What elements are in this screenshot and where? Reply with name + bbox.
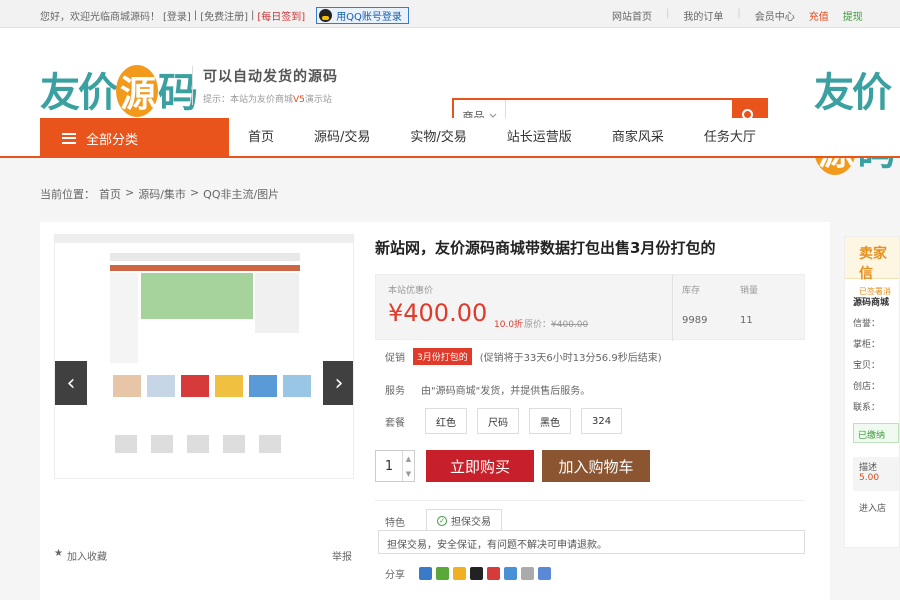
chevron-right-icon: › (334, 370, 344, 396)
breadcrumb-market[interactable]: 源码/集市 (138, 186, 186, 202)
product-panel: ‹ › ★ 加入收藏 举报 新站网，友价源码商城带数据打包出售3月份打包的 本站优… (40, 222, 830, 600)
product-gallery: ‹ › (54, 234, 354, 479)
seller-owner: 掌柜： (853, 340, 881, 350)
share-tencent-icon[interactable] (504, 567, 517, 580)
share-copy-icon[interactable] (521, 567, 534, 580)
main-nav: 全部分类 首页 源码/交易 实物/交易 站长运营版 商家风采 任务大厅 (0, 118, 900, 158)
home-link[interactable]: 网站首页 (612, 8, 652, 23)
buy-now-button[interactable]: 立即购买 (426, 450, 534, 482)
enter-shop-button[interactable]: 进入店 (859, 501, 899, 514)
share-star-icon[interactable] (453, 567, 466, 580)
qq-login-label: 用QQ账号登录 (336, 12, 402, 23)
seller-title: 卖家信 (859, 246, 887, 282)
check-icon: ✓ (437, 515, 447, 526)
product-image (55, 235, 353, 478)
share-weibo-icon[interactable] (487, 567, 500, 580)
original-price: 原价：¥400.00 (524, 320, 589, 330)
feature-description: 担保交易，安全保证，有问题不解决可申请退款。 (378, 530, 805, 554)
seller-score: 描述 5.00 (853, 457, 899, 491)
price-label: 本站优惠价 (388, 286, 434, 296)
share-qq-icon[interactable] (470, 567, 483, 580)
seller-panel: 卖家信 已签署消 源码商城 信誉： 掌柜： 宝贝： 创店： 联系： 已缴纳 描述… (844, 236, 900, 548)
service-row: 服务 由"源码商城"发货，并提供售后服务。 (385, 382, 590, 397)
promo-row: 促销 3月份打包的 (促销将于33天6小时13分56.9秒后结束) (385, 348, 662, 365)
nav-item-source-trade[interactable]: 源码/交易 (294, 118, 390, 158)
seller-opened: 创店： (853, 382, 881, 392)
breadcrumb-category[interactable]: QQ非主流/图片 (203, 186, 279, 202)
nav-item-merchants[interactable]: 商家风采 (592, 118, 684, 158)
stock-label: 库存 (682, 286, 701, 296)
greeting-text: 您好，欢迎光临商城源码！ (40, 12, 160, 23)
login-link[interactable]: [登录] (163, 8, 191, 23)
slogan-tip: 提示：本站为友价商城V5演示站 (203, 95, 332, 105)
daily-signin-link[interactable]: [每日签到] (257, 8, 305, 23)
price-value: ¥400.00 (388, 299, 488, 327)
quantity-stepper[interactable]: 1 ▲ ▼ (375, 450, 415, 482)
nav-item-physical-trade[interactable]: 实物/交易 (390, 118, 486, 158)
product-title: 新站网，友价源码商城带数据打包出售3月份打包的 (375, 239, 716, 257)
breadcrumb: 当前位置： 首页 > 源码/集市 > QQ非主流/图片 (40, 186, 280, 202)
qq-login-button[interactable]: 用QQ账号登录 (316, 7, 409, 24)
share-wechat-icon[interactable] (436, 567, 449, 580)
seller-contact: 联系： (853, 403, 881, 413)
feature-tab-escrow[interactable]: ✓ 担保交易 (426, 509, 502, 531)
my-orders-link[interactable]: 我的订单 (683, 8, 723, 23)
chevron-left-icon: ‹ (66, 370, 76, 396)
package-option-black[interactable]: 黑色 (529, 408, 571, 434)
package-row: 套餐 红色 尺码 黑色 324 (385, 408, 632, 434)
nav-item-home[interactable]: 首页 (228, 118, 294, 158)
slogan: 可以自动发货的源码 (203, 69, 338, 85)
service-text: 由"源码商城"发货，并提供售后服务。 (421, 386, 591, 397)
add-to-cart-button[interactable]: 加入购物车 (542, 450, 650, 482)
welcome-area: 您好，欢迎光临商城源码！ [登录] | [免费注册] | [每日签到] 用QQ账… (40, 7, 409, 24)
recharge-link[interactable]: 充值 (809, 8, 829, 23)
feature-label: 特色 (385, 518, 405, 529)
seller-reputation: 信誉： (853, 319, 881, 329)
seller-items: 宝贝： (853, 361, 881, 371)
seller-shop-name[interactable]: 源码商城 (853, 295, 899, 308)
top-links: 网站首页 | 我的订单 | 会员中心 充值 提现 (612, 8, 863, 23)
breadcrumb-home[interactable]: 首页 (99, 186, 121, 202)
share-row: 分享 (385, 566, 551, 581)
withdraw-link[interactable]: 提现 (843, 8, 863, 23)
register-link[interactable]: [免费注册] (200, 8, 248, 23)
package-option-red[interactable]: 红色 (425, 408, 467, 434)
stock-value: 9989 (682, 315, 708, 326)
gallery-next-button[interactable]: › (323, 361, 353, 405)
qq-icon (319, 9, 333, 22)
promo-tag: 3月份打包的 (413, 348, 472, 365)
gallery-prev-button[interactable]: ‹ (55, 361, 87, 405)
discount-value: 10.0折 (494, 320, 524, 330)
all-categories-button[interactable]: 全部分类 (40, 118, 229, 158)
sales-label: 销量 (740, 286, 759, 296)
nav-item-tasks[interactable]: 任务大厅 (684, 118, 776, 158)
price-box: 本站优惠价 ¥400.00 10.0折 原价：¥400.00 库存 9989 销… (375, 274, 805, 341)
share-qzone-icon[interactable] (419, 567, 432, 580)
slogan-area: 可以自动发货的源码 提示：本站为友价商城V5演示站 (192, 66, 338, 105)
top-bar: 您好，欢迎光临商城源码！ [登录] | [免费注册] | [每日签到] 用QQ账… (0, 0, 900, 28)
menu-icon (62, 132, 76, 144)
nav-item-webmaster[interactable]: 站长运营版 (487, 118, 592, 158)
nav-items: 首页 源码/交易 实物/交易 站长运营版 商家风采 任务大厅 (228, 118, 776, 158)
add-favorite-button[interactable]: ★ 加入收藏 (54, 548, 107, 563)
member-center-link[interactable]: 会员中心 (755, 8, 795, 23)
decrement-icon[interactable]: ▼ (403, 466, 414, 481)
header: 友价源码 可以自动发货的源码 提示：本站为友价商城V5演示站 商品 友价源码 (0, 28, 900, 175)
star-icon: ★ (54, 548, 63, 559)
report-link[interactable]: 举报 (332, 548, 352, 563)
site-logo[interactable]: 友价源码 (40, 60, 198, 118)
share-more-icon[interactable] (538, 567, 551, 580)
sales-value: 11 (740, 315, 753, 326)
promo-countdown: (促销将于33天6小时13分56.9秒后结束) (479, 353, 662, 364)
quantity-value[interactable]: 1 (376, 451, 402, 481)
seller-verified-badge: 已缴纳 (853, 423, 899, 443)
package-option-size[interactable]: 尺码 (477, 408, 519, 434)
package-option-324[interactable]: 324 (581, 408, 623, 434)
increment-icon[interactable]: ▲ (403, 451, 414, 466)
